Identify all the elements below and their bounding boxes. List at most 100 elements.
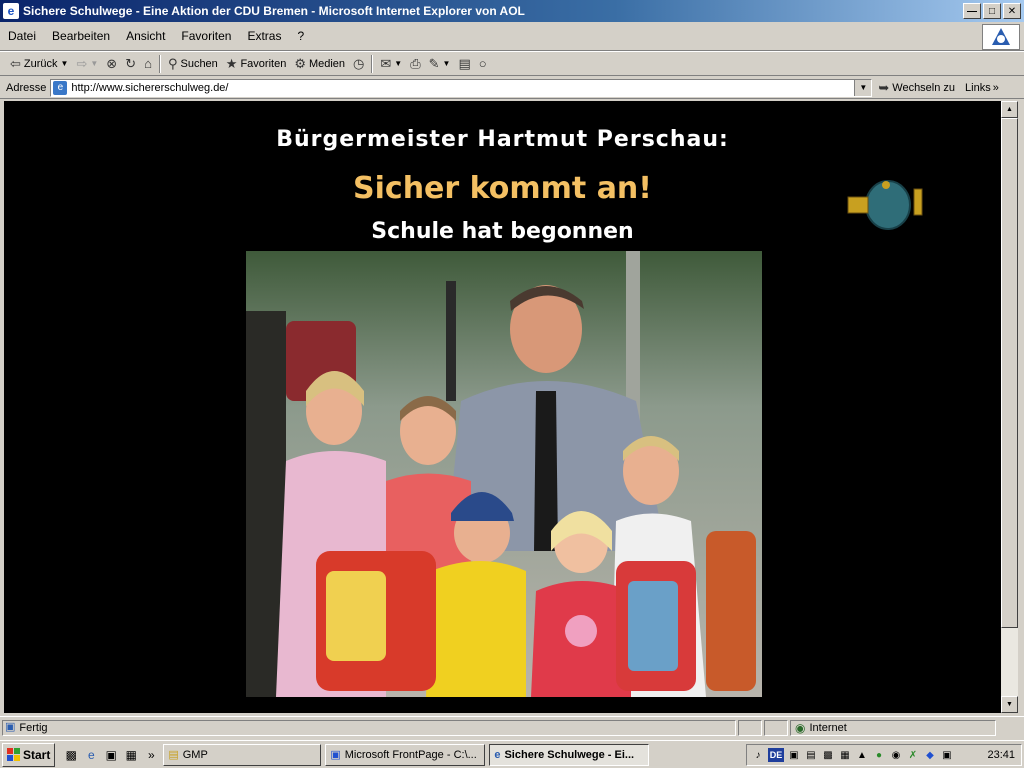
maximize-button[interactable]: □ (983, 3, 1001, 19)
media-icon: ⚙ (294, 56, 306, 71)
start-label: Start (23, 747, 51, 762)
tray-icon-1[interactable]: ▣ (787, 748, 801, 762)
tray-icon-9[interactable]: ◆ (923, 748, 937, 762)
tray-icon-6[interactable]: ● (872, 748, 886, 762)
minimize-button[interactable]: — (963, 3, 981, 19)
address-input[interactable]: e http://www.sichererschulweg.de/ ▼ (50, 78, 873, 97)
toolbar-separator (158, 54, 161, 73)
go-label: Wechseln zu (892, 81, 956, 94)
task-label: Microsoft FrontPage - C:\... (344, 748, 477, 761)
home-button[interactable]: ⌂ (140, 53, 156, 75)
favorites-icon: ★ (225, 56, 238, 71)
menu-help[interactable]: ? (289, 29, 312, 43)
window-title: Sichere Schulwege - Eine Aktion der CDU … (23, 4, 525, 18)
system-tray: ♪ DE ▣ ▤ ▩ ▦ ▲ ● ◉ ✗ ◆ ▣ 23:41 (746, 744, 1022, 766)
ie-quicklaunch-icon[interactable]: e (83, 747, 99, 763)
task-label: GMP (182, 748, 208, 761)
history-button[interactable]: ◷ (349, 53, 368, 75)
language-indicator[interactable]: DE (768, 748, 784, 762)
search-button[interactable]: ⚲ Suchen (164, 53, 222, 75)
menu-datei[interactable]: Datei (0, 29, 44, 43)
refresh-button[interactable]: ↻ (121, 53, 140, 75)
start-button[interactable]: Start (2, 742, 56, 767)
go-arrow-icon: ➥ (878, 80, 890, 95)
menu-favoriten[interactable]: Favoriten (173, 29, 239, 43)
forward-arrow-icon: ⇨ (76, 56, 88, 71)
address-bar: Adresse e http://www.sichererschulweg.de… (0, 77, 1024, 99)
address-url[interactable]: http://www.sichererschulweg.de/ (71, 82, 228, 94)
forward-button[interactable]: ⇨ ▼ (72, 53, 102, 75)
scroll-up-button[interactable]: ▲ (1001, 101, 1018, 118)
edit-button[interactable]: ✎ ▼ (425, 53, 455, 75)
stop-button[interactable]: ⊗ (102, 53, 121, 75)
status-progress-cell (738, 719, 762, 736)
tray-icon-8[interactable]: ✗ (906, 748, 920, 762)
menu-extras[interactable]: Extras (239, 29, 289, 43)
speech-bubble-icon: ○ (478, 56, 487, 71)
mail-button[interactable]: ✉ ▼ (376, 53, 406, 75)
messenger-button[interactable]: ○ (475, 53, 491, 75)
close-button[interactable]: ✕ (1003, 3, 1021, 19)
back-label: Zurück (23, 57, 58, 70)
network-icon[interactable]: ▣ (103, 747, 119, 763)
standard-toolbar: ⇦ Zurück ▼ ⇨ ▼ ⊗ ↻ ⌂ ⚲ Suchen ★ Favorite… (0, 51, 1024, 76)
status-lock-cell (764, 719, 788, 736)
toolbar-separator (371, 54, 374, 73)
windows-logo-icon (7, 748, 20, 761)
tray-icon-3[interactable]: ▩ (821, 748, 835, 762)
taskbar: Start ▩ e ▣ ▦ » ▤ GMP ▣ Microsoft FrontP… (0, 740, 1024, 768)
task-sichere-schulwege[interactable]: e Sichere Schulwege - Ei... (489, 743, 650, 766)
volume-icon[interactable]: ♪ (751, 748, 765, 762)
history-icon: ◷ (353, 56, 365, 71)
page-done-icon: ▣ (5, 721, 16, 733)
mail-icon: ✉ (380, 56, 392, 71)
document-icon: ▤ (458, 56, 471, 71)
refresh-icon: ↻ (125, 56, 137, 71)
address-dropdown-icon[interactable]: ▼ (854, 79, 872, 96)
discuss-button[interactable]: ▤ (454, 53, 474, 75)
mail-dropdown-icon[interactable]: ▼ (394, 59, 402, 68)
web-page-content: Bürgermeister Hartmut Perschau: Sicher k… (4, 101, 1001, 713)
globe-icon: ◉ (795, 720, 806, 735)
clock[interactable]: 23:41 (987, 749, 1015, 761)
address-label: Adresse (6, 81, 47, 94)
tray-icon-2[interactable]: ▤ (804, 748, 818, 762)
task-label: Sichere Schulwege - Ei... (504, 748, 635, 761)
task-gmp[interactable]: ▤ GMP (163, 743, 322, 766)
show-desktop-icon[interactable]: ▩ (63, 747, 79, 763)
favorites-button[interactable]: ★ Favoriten (222, 53, 291, 75)
chevron-right-icon[interactable]: » (143, 747, 159, 763)
frontpage-icon: ▣ (330, 749, 341, 761)
task-frontpage[interactable]: ▣ Microsoft FrontPage - C:\... (325, 743, 486, 766)
print-button[interactable]: ⎙ (406, 53, 424, 75)
app-quicklaunch-icon[interactable]: ▦ (123, 747, 139, 763)
links-button[interactable]: Links » (965, 82, 999, 94)
status-text-cell: ▣ Fertig (2, 719, 736, 736)
page-icon: e (53, 80, 68, 95)
status-zone-cell: ◉ Internet (790, 719, 996, 736)
search-label: Suchen (180, 57, 218, 70)
page-heading-mayor: Bürgermeister Hartmut Perschau: (276, 127, 729, 152)
tray-icon-7[interactable]: ◉ (889, 748, 903, 762)
back-button[interactable]: ⇦ Zurück ▼ (6, 53, 72, 75)
edit-icon: ✎ (428, 56, 440, 71)
tray-icon-4[interactable]: ▦ (838, 748, 852, 762)
status-text: Fertig (19, 721, 48, 734)
status-bar: ▣ Fertig ◉ Internet (0, 716, 1024, 738)
vertical-scrollbar[interactable]: ▲ ▼ (1001, 101, 1018, 713)
tray-icon-10[interactable]: ▣ (940, 748, 954, 762)
edit-dropdown-icon[interactable]: ▼ (443, 59, 451, 68)
scroll-thumb[interactable] (1001, 118, 1018, 628)
go-button[interactable]: ➥ Wechseln zu (878, 81, 955, 94)
stop-icon: ⊗ (106, 56, 118, 71)
mei-logo[interactable] (842, 175, 930, 233)
forward-dropdown-icon[interactable]: ▼ (90, 59, 98, 68)
scroll-down-button[interactable]: ▼ (1001, 696, 1018, 713)
tray-icon-5[interactable]: ▲ (855, 748, 869, 762)
menu-bearbeiten[interactable]: Bearbeiten (44, 29, 118, 43)
quick-launch: ▩ e ▣ ▦ » (63, 747, 159, 763)
menu-ansicht[interactable]: Ansicht (118, 29, 173, 43)
back-dropdown-icon[interactable]: ▼ (61, 59, 69, 68)
media-button[interactable]: ⚙ Medien (290, 53, 349, 75)
ie-icon: e (3, 3, 19, 19)
